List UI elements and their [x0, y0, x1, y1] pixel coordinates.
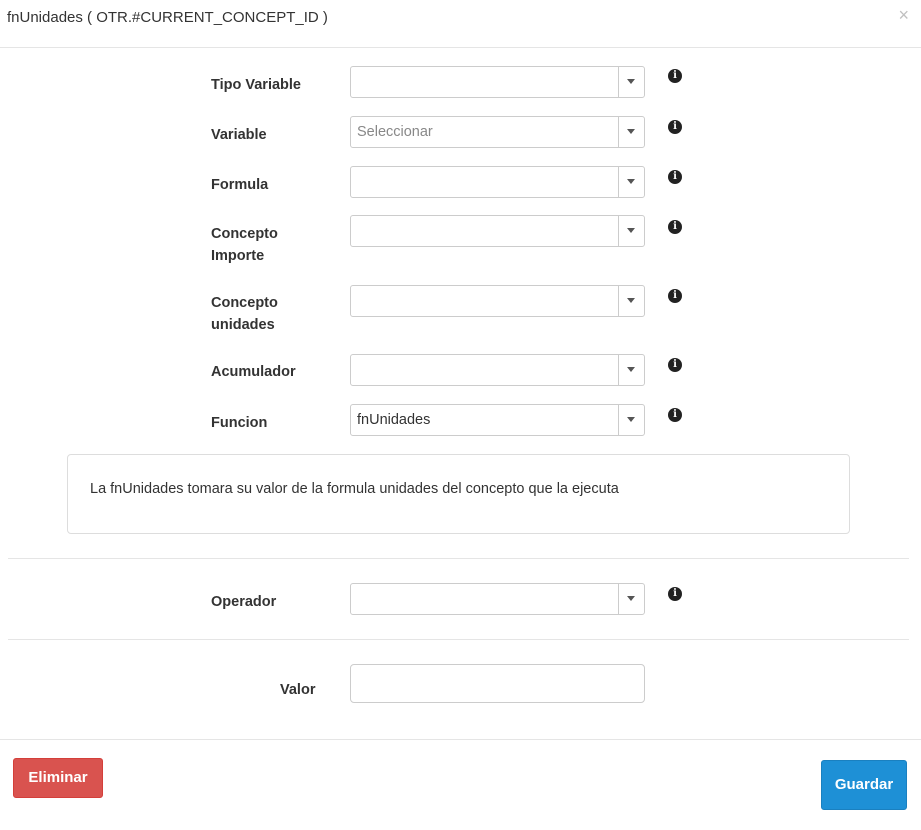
divider — [8, 558, 909, 559]
footer-divider — [0, 739, 921, 740]
function-description: La fnUnidades tomara su valor de la form… — [90, 481, 619, 497]
concepto-unidades-select[interactable] — [350, 285, 645, 317]
concepto-importe-select[interactable] — [350, 215, 645, 247]
tipo-variable-select[interactable] — [350, 66, 645, 98]
variable-select[interactable]: Seleccionar — [350, 116, 645, 148]
acumulador-select[interactable] — [350, 354, 645, 386]
info-icon[interactable]: i — [668, 170, 682, 184]
caret-down-icon — [627, 129, 635, 134]
acumulador-label: Acumulador — [211, 364, 296, 380]
caret-down-icon — [627, 179, 635, 184]
funcion-value: fnUnidades — [357, 412, 431, 428]
variable-placeholder: Seleccionar — [357, 124, 433, 140]
guardar-button[interactable]: Guardar — [821, 760, 907, 810]
info-icon[interactable]: i — [668, 587, 682, 601]
dropdown-toggle[interactable] — [618, 67, 644, 97]
caret-down-icon — [627, 228, 635, 233]
dropdown-toggle[interactable] — [618, 355, 644, 385]
dropdown-toggle[interactable] — [618, 117, 644, 147]
operador-label: Operador — [211, 594, 277, 610]
valor-label: Valor — [280, 682, 316, 698]
concepto-importe-label-line2: Importe — [211, 248, 265, 264]
variable-label: Variable — [211, 127, 267, 143]
caret-down-icon — [627, 367, 635, 372]
info-icon[interactable]: i — [668, 120, 682, 134]
dropdown-toggle[interactable] — [618, 216, 644, 246]
valor-input[interactable] — [350, 664, 645, 703]
dropdown-toggle[interactable] — [618, 584, 644, 614]
dropdown-toggle[interactable] — [618, 286, 644, 316]
caret-down-icon — [627, 417, 635, 422]
divider — [8, 639, 909, 640]
info-icon[interactable]: i — [668, 69, 682, 83]
info-icon[interactable]: i — [668, 220, 682, 234]
info-icon[interactable]: i — [668, 289, 682, 303]
info-icon[interactable]: i — [668, 358, 682, 372]
info-icon[interactable]: i — [668, 408, 682, 422]
operador-select[interactable] — [350, 583, 645, 615]
formula-label: Formula — [211, 177, 269, 193]
function-description-panel: La fnUnidades tomara su valor de la form… — [67, 454, 850, 534]
caret-down-icon — [627, 298, 635, 303]
concepto-unidades-label-line2: unidades — [211, 317, 275, 333]
modal-title: fnUnidades ( OTR.#CURRENT_CONCEPT_ID ) — [7, 9, 328, 26]
concepto-unidades-label: Concepto unidades — [211, 292, 278, 336]
close-icon[interactable]: × — [898, 6, 909, 24]
dropdown-toggle[interactable] — [618, 167, 644, 197]
modal-header: fnUnidades ( OTR.#CURRENT_CONCEPT_ID ) × — [0, 0, 921, 48]
formula-select[interactable] — [350, 166, 645, 198]
caret-down-icon — [627, 596, 635, 601]
concepto-unidades-label-line1: Concepto — [211, 295, 278, 311]
eliminar-button[interactable]: Eliminar — [13, 758, 103, 798]
concepto-importe-label-line1: Concepto — [211, 226, 278, 242]
funcion-select[interactable]: fnUnidades — [350, 404, 645, 436]
tipo-variable-label: Tipo Variable — [211, 77, 301, 93]
concepto-importe-label: Concepto Importe — [211, 223, 278, 267]
dropdown-toggle[interactable] — [618, 405, 644, 435]
caret-down-icon — [627, 79, 635, 84]
funcion-label: Funcion — [211, 415, 268, 431]
